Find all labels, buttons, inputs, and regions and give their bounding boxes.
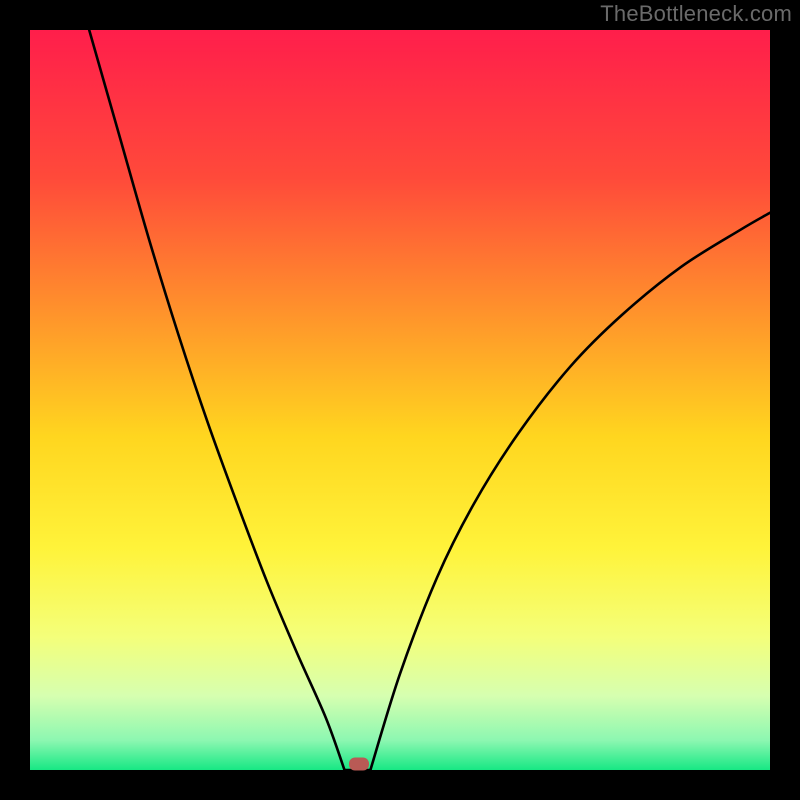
bottleneck-indicator [349, 758, 369, 771]
watermark-text: TheBottleneck.com [600, 1, 792, 27]
plot-area [30, 30, 770, 770]
chart-frame: TheBottleneck.com [0, 0, 800, 800]
chart-svg [30, 30, 770, 770]
gradient-background [30, 30, 770, 770]
